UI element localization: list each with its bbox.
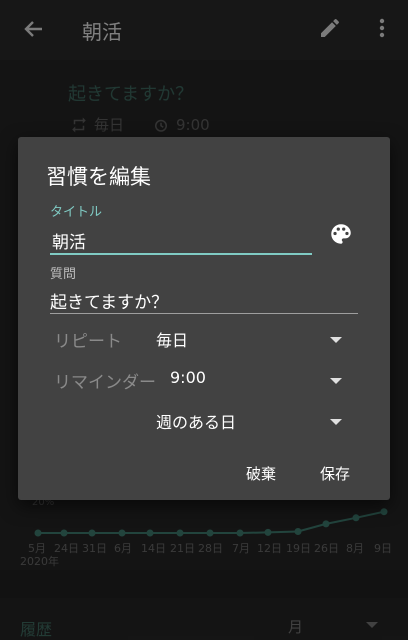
weekday-select[interactable]: 週のある日	[156, 409, 236, 433]
dialog-title: 習慣を編集	[46, 165, 151, 189]
reminder-time-select[interactable]: 9:00	[170, 368, 206, 387]
question-field-label: 質問	[50, 267, 77, 282]
weekday-row[interactable]: 週のある日	[18, 405, 390, 435]
repeat-label: リピート	[54, 332, 122, 352]
title-input[interactable]	[50, 225, 312, 255]
discard-button[interactable]: 破棄	[246, 463, 276, 484]
save-button[interactable]: 保存	[320, 463, 350, 484]
reminder-dropdown-icon[interactable]	[330, 378, 342, 384]
title-field-label: タイトル	[50, 205, 103, 220]
repeat-dropdown-icon[interactable]	[330, 337, 342, 343]
reminder-row[interactable]: リマインダー 9:00	[18, 364, 390, 394]
repeat-row[interactable]: リピート 毎日	[18, 323, 390, 353]
weekday-dropdown-icon[interactable]	[330, 419, 342, 425]
repeat-select[interactable]: 毎日	[156, 327, 188, 351]
question-input[interactable]	[50, 285, 358, 315]
reminder-label: リマインダー	[54, 373, 156, 393]
edit-habit-dialog: 習慣を編集 タイトル 質問 リピート 毎日 リマインダー 9:00 週のある日 …	[18, 137, 390, 500]
palette-icon[interactable]	[328, 221, 354, 247]
title-underline	[50, 253, 312, 255]
question-underline	[50, 313, 358, 314]
